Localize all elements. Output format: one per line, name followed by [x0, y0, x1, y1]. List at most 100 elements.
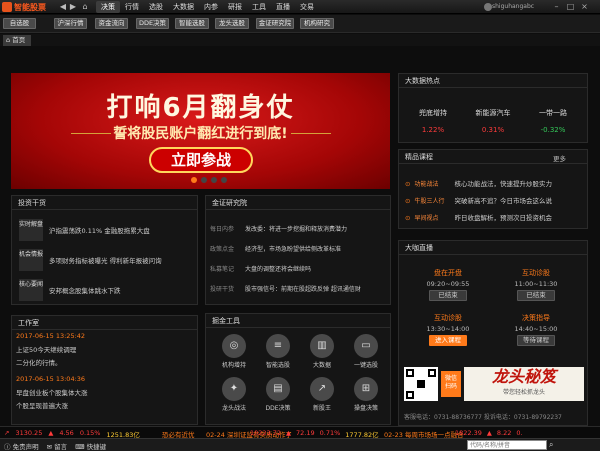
qr-center	[417, 380, 425, 388]
hot-stock[interactable]: 一带一路 -0.32%	[528, 108, 578, 134]
back-icon[interactable]: ◀	[58, 2, 68, 12]
banner-cta-button[interactable]: 立即参战	[149, 147, 253, 173]
hot-stock-name: 一带一路	[539, 109, 567, 117]
tool-label: 大数据	[312, 362, 331, 369]
research-item[interactable]: 政策点金 经济型，市场急盼望供给侧改革标准	[210, 238, 388, 258]
carousel-dot[interactable]	[211, 177, 217, 183]
research-tag: 私募笔记	[210, 265, 235, 273]
course-item[interactable]: ⊙ 牛股三人行 突破新高不追？今日市场会这么说	[403, 195, 587, 208]
post-text[interactable]: 上证50今天继续调理	[16, 344, 194, 354]
course-item[interactable]: ⊙ 早间视点 昨日收盘解析，预测次日投资机会	[403, 212, 587, 225]
close-icon[interactable]: ×	[580, 2, 589, 11]
tool-item[interactable]: ≡ 智能选股	[256, 334, 300, 369]
advisor-item[interactable]: 核心要闻 安邦概念股集体跳水下跌	[19, 277, 197, 303]
post-text[interactable]: 二分化的行情。	[16, 357, 194, 367]
home-icon[interactable]: ⌂	[80, 2, 90, 12]
live-session: 互动诊股 11:00~11:30 已结束	[508, 268, 564, 301]
toolbar-button[interactable]: 龙头选股	[215, 18, 249, 29]
toolbar-button[interactable]: 机构研究	[300, 18, 334, 29]
toolbar-button[interactable]: 自选股	[3, 18, 36, 29]
main-menu: 决策 行情 选股 大数据 内参 研报 工具 直播 交易	[96, 1, 319, 13]
advisor-tag: 核心要闻	[19, 279, 43, 301]
menu-item[interactable]: 交易	[295, 1, 319, 13]
advisor-tag: 机会情报	[19, 249, 43, 271]
tool-item[interactable]: ▤ DDE决策	[256, 377, 300, 412]
session-button[interactable]: 已结束	[429, 290, 467, 301]
disclaimer-label: 免责声明	[12, 443, 39, 451]
session-button[interactable]: 等待课程	[517, 335, 555, 346]
hot-stock[interactable]: 兜底增持 1.22%	[408, 108, 458, 134]
tools-title: 掘金工具	[206, 314, 390, 328]
session-name: 互动诊股	[434, 314, 462, 322]
keyboard-icon: ⌨	[75, 443, 85, 451]
carousel-dot[interactable]	[201, 177, 207, 183]
tool-label: 智能选股	[265, 362, 290, 369]
live-session: 决策指导 14:40~15:00 等待课程	[508, 313, 564, 346]
menu-item[interactable]: 选股	[144, 1, 168, 13]
minimize-icon[interactable]: –	[552, 2, 561, 11]
course-item[interactable]: ⊙ 功能战法 核心功能战法，快速提升炒股实力	[403, 178, 587, 191]
research-item[interactable]: 私募笔记 大盘的调整还将会继续吗	[210, 258, 388, 278]
toolbar-button[interactable]: 智能选股	[175, 18, 209, 29]
bottom-links: ⓘ 免责声明 ✉ 留言 ⌨ 快捷键	[4, 441, 106, 451]
search-icon[interactable]: ⌕	[549, 440, 559, 450]
maximize-icon[interactable]: □	[566, 2, 575, 11]
research-text: 股市强信号：前期在股超跌反弹 超讯通信财	[245, 285, 361, 293]
carousel-dot[interactable]	[221, 177, 227, 183]
bottom-bar: ⓘ 免责声明 ✉ 留言 ⌨ 快捷键 ⌕	[0, 438, 600, 451]
toolbar-button[interactable]: DDE决策	[136, 18, 169, 29]
home-tab-icon: ⌂	[6, 36, 11, 44]
tool-label: 龙头战法	[221, 405, 246, 412]
tool-item[interactable]: ✦ 龙头战法	[212, 377, 256, 412]
disclaimer-link[interactable]: ⓘ 免责声明	[4, 441, 39, 451]
course-text: 突破新高不追？今日市场会这么说	[454, 197, 552, 205]
tool-item[interactable]: ◎ 机构增持	[212, 334, 256, 369]
session-button[interactable]: 进入课程	[429, 335, 467, 346]
session-button[interactable]: 已结束	[517, 290, 555, 301]
carousel-dot[interactable]	[191, 177, 197, 183]
session-time: 09:20~09:55	[426, 280, 470, 288]
forward-icon[interactable]: ▶	[68, 2, 78, 12]
post-text[interactable]: 个股呈现普遍大涨	[16, 400, 194, 410]
advisor-item[interactable]: 实时解盘 沪指震荡跌0.11% 金融股拖累大盘	[19, 217, 197, 243]
research-tag: 投研干货	[210, 285, 235, 293]
avatar[interactable]	[484, 3, 492, 11]
shortcut-link[interactable]: ⌨ 快捷键	[75, 441, 106, 451]
username[interactable]: shiguhangabc	[492, 3, 534, 10]
studio-feed: 2017-06-15 13:25:42 上证50今天继续调理 二分化的行情。 2…	[16, 332, 194, 410]
research-text: 大盘的调整还将会继续吗	[245, 265, 312, 273]
menu-item[interactable]: 大数据	[168, 1, 199, 13]
post-text[interactable]: 早盘创业板个股集体大涨	[16, 387, 194, 397]
stock-search-input[interactable]	[467, 440, 547, 450]
advisor-item[interactable]: 机会情报 多项财务指标被曝光 得利新年报被问询	[19, 247, 197, 273]
menu-item[interactable]: 工具	[247, 1, 271, 13]
document-icon: ▤	[266, 377, 290, 401]
courses-panel: 精品课程 更多 ⊙ 功能战法 核心功能战法，快速提升炒股实力 ⊙ 牛股三人行 突破新高不…	[398, 149, 588, 229]
research-item[interactable]: 投研干货 股市强信号：前期在股超跌反弹 超讯通信财	[210, 278, 388, 298]
menu-item[interactable]: 内参	[199, 1, 223, 13]
menu-item[interactable]: 决策	[96, 1, 120, 13]
hot-stock[interactable]: 新能源汽车 0.31%	[468, 108, 518, 134]
menu-item[interactable]: 行情	[120, 1, 144, 13]
menu-item[interactable]: 研报	[223, 1, 247, 13]
research-item[interactable]: 每日内参 发改委：将进一步挖掘和释放消费潜力	[210, 218, 388, 238]
tool-item[interactable]: ↗ 新股王	[300, 377, 344, 412]
tool-label: 机构增持	[221, 362, 246, 369]
message-link[interactable]: ✉ 留言	[47, 441, 68, 451]
promo-banner[interactable]: 打响6月翻身仗 誓将股民账户翻红进行到底! 立即参战	[11, 73, 390, 189]
tool-label: DDE决策	[265, 405, 291, 412]
advisor-text: 沪指震荡跌0.11% 金融股拖累大盘	[49, 227, 150, 235]
tab-home[interactable]: ⌂ 首页	[3, 35, 31, 46]
promo-subtitle: 带您轻松抓龙头	[502, 389, 545, 396]
tool-item[interactable]: ▥ 大数据	[300, 334, 344, 369]
toolbar-button[interactable]: 资金流向	[95, 18, 128, 29]
tool-item[interactable]: ⊞ 操盘决策	[344, 377, 388, 412]
promo-card[interactable]: 龙头秘笈 带您轻松抓龙头	[464, 367, 584, 401]
menu-item[interactable]: 直播	[271, 1, 295, 13]
toolbar-button[interactable]: 金证研究院	[256, 18, 294, 29]
ticker-cy[interactable]: 1822.39 ▲ 8.22 0.	[455, 429, 523, 437]
tool-item[interactable]: ▭ 一键选股	[344, 334, 388, 369]
hot-stock-name: 新能源汽车	[475, 109, 511, 117]
courses-more-link[interactable]: 更多	[553, 153, 566, 163]
toolbar-button[interactable]: 沪深行情	[54, 18, 87, 29]
